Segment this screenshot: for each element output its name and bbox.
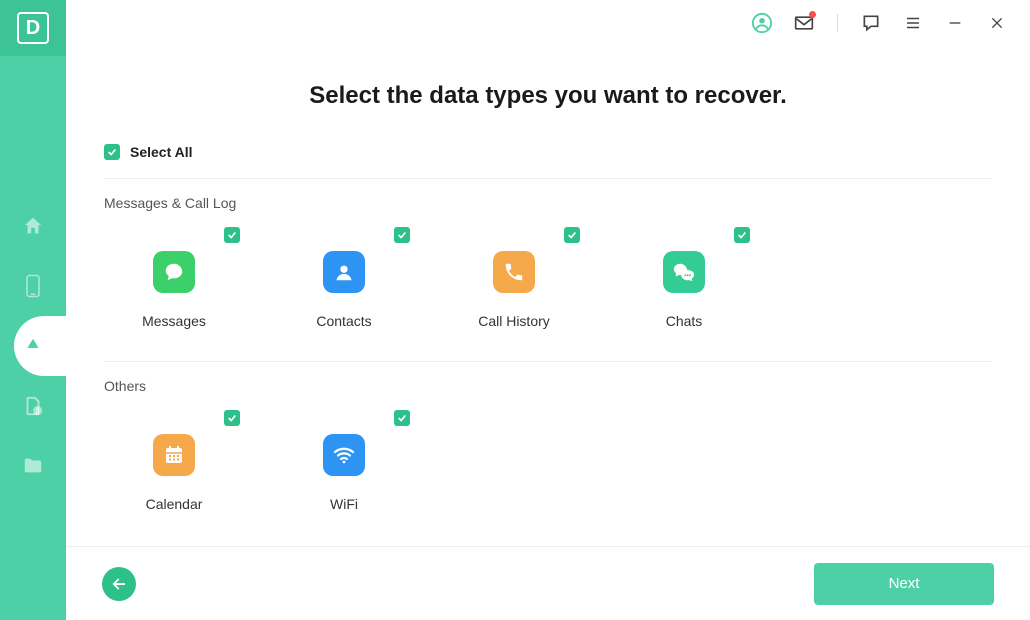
minimize-button[interactable] [944, 12, 966, 34]
section-separator [104, 361, 992, 362]
content: Select All Messages & Call Log Messages [66, 110, 1030, 546]
calendar-icon [153, 434, 195, 476]
tile-chats-checkbox[interactable] [734, 227, 750, 243]
menu-icon [904, 14, 922, 32]
close-button[interactable] [986, 12, 1008, 34]
feedback-button[interactable] [860, 12, 882, 34]
tile-messages-label: Messages [142, 313, 206, 329]
mail-button[interactable] [793, 12, 815, 34]
mail-notification-dot [809, 11, 816, 18]
check-icon [567, 230, 577, 240]
tile-contacts-checkbox[interactable] [394, 227, 410, 243]
call-history-icon [493, 251, 535, 293]
next-button[interactable]: Next [814, 563, 994, 605]
tile-calendar[interactable]: Calendar [134, 410, 214, 512]
tile-call-history-checkbox[interactable] [564, 227, 580, 243]
sidebar-item-phone[interactable] [0, 256, 66, 316]
main: Select the data types you want to recove… [66, 0, 1030, 620]
select-all-checkbox[interactable] [104, 144, 120, 160]
brand-logo: D [17, 12, 49, 44]
back-button[interactable] [102, 567, 136, 601]
tile-calendar-checkbox[interactable] [224, 410, 240, 426]
check-icon [107, 147, 117, 157]
file-alert-icon: ! [22, 395, 44, 417]
check-icon [227, 230, 237, 240]
tile-contacts-label: Contacts [316, 313, 371, 329]
section-others-grid: Calendar WiFi [104, 410, 992, 542]
section-others-title: Others [104, 378, 992, 394]
brand: D [0, 0, 66, 56]
check-icon [397, 230, 407, 240]
tile-wifi[interactable]: WiFi [304, 410, 384, 512]
tile-chats[interactable]: Chats [644, 227, 724, 329]
sidebar-item-cloud[interactable] [14, 316, 66, 376]
titlebar [66, 0, 1030, 46]
footer: Next [66, 546, 1030, 620]
close-icon [989, 15, 1005, 31]
tile-calendar-label: Calendar [146, 496, 203, 512]
tile-wifi-label: WiFi [330, 496, 358, 512]
select-all-row[interactable]: Select All [104, 144, 992, 179]
feedback-icon [861, 13, 881, 33]
chats-icon [663, 251, 705, 293]
titlebar-separator [837, 14, 838, 32]
svg-text:!: ! [37, 408, 39, 415]
check-icon [737, 230, 747, 240]
check-icon [227, 413, 237, 423]
cloud-icon [22, 337, 44, 355]
phone-device-icon [24, 274, 42, 298]
folder-icon [22, 455, 44, 477]
select-all-label: Select All [130, 144, 193, 160]
page-title: Select the data types you want to recove… [66, 82, 1030, 110]
sidebar-item-home[interactable] [0, 196, 66, 256]
section-messages-grid: Messages Contacts Call History [104, 227, 992, 359]
tile-call-history-label: Call History [478, 313, 550, 329]
side-nav: ! [0, 196, 66, 496]
arrow-left-icon [110, 575, 128, 593]
menu-button[interactable] [902, 12, 924, 34]
sidebar: D ! [0, 0, 66, 620]
app-window: D ! [0, 0, 1030, 620]
account-icon [751, 12, 773, 34]
minimize-icon [947, 15, 963, 31]
section-messages-title: Messages & Call Log [104, 195, 992, 211]
home-icon [22, 215, 44, 237]
tile-messages[interactable]: Messages [134, 227, 214, 329]
tile-chats-label: Chats [666, 313, 703, 329]
account-button[interactable] [751, 12, 773, 34]
tile-call-history[interactable]: Call History [474, 227, 554, 329]
tile-messages-checkbox[interactable] [224, 227, 240, 243]
contacts-icon [323, 251, 365, 293]
tile-contacts[interactable]: Contacts [304, 227, 384, 329]
check-icon [397, 413, 407, 423]
tile-wifi-checkbox[interactable] [394, 410, 410, 426]
messages-icon [153, 251, 195, 293]
sidebar-item-file-alert[interactable]: ! [0, 376, 66, 436]
sidebar-item-folder[interactable] [0, 436, 66, 496]
wifi-icon [323, 434, 365, 476]
